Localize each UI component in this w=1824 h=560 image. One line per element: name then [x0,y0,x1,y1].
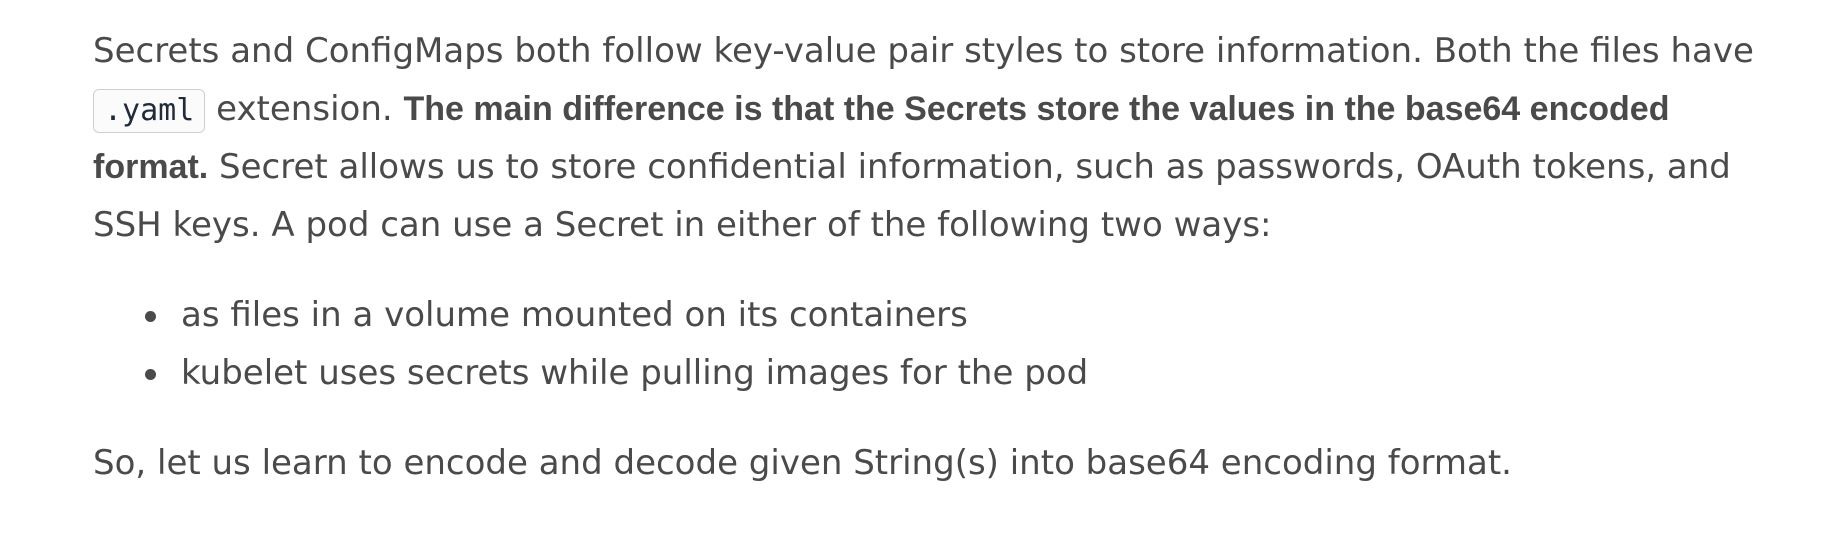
list-item: kubelet uses secrets while pulling image… [145,344,1793,402]
paragraph-text: Secrets and ConfigMaps both follow key-v… [93,31,1754,71]
bullet-dot-icon [145,369,156,380]
paragraph-secrets-configmaps: Secrets and ConfigMaps both follow key-v… [93,22,1793,254]
paragraph-text: extension. [205,89,404,129]
inline-code-yaml: .yaml [93,89,206,133]
bullet-dot-icon [145,311,156,322]
paragraph-text: Secret allows us to store confidential i… [93,147,1731,245]
paragraph-encode-decode: So, let us learn to encode and decode gi… [93,443,1512,483]
list-item-text: kubelet uses secrets while pulling image… [181,353,1089,393]
article-body: Secrets and ConfigMaps both follow key-v… [93,22,1793,492]
list-item: as files in a volume mounted on its cont… [145,286,1793,344]
list-item-text: as files in a volume mounted on its cont… [181,295,968,335]
bullet-list: as files in a volume mounted on its cont… [93,286,1793,402]
